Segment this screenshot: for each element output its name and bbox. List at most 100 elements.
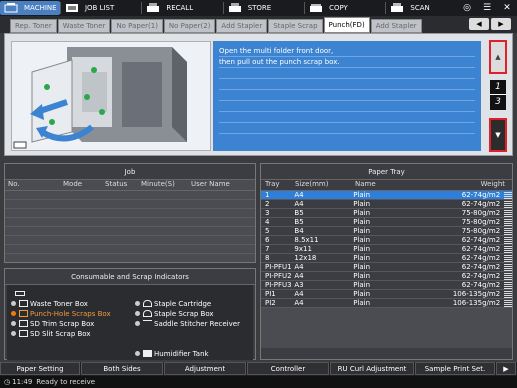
guidance-line-2: then pull out the punch scrap box. — [219, 57, 475, 68]
paper-level-icon — [504, 200, 513, 208]
indicator-punch-hole-scraps: Punch-Hole Scraps Box — [11, 309, 111, 318]
tab-scan[interactable]: SCAN — [386, 1, 457, 15]
job-list-icon — [65, 3, 79, 13]
top-mode-bar: MACHINE JOB LIST RECALL STORE COPY SCAN — [0, 0, 517, 16]
tray-row[interactable]: PI-PFU3 A3 Plain 62-74g/m2 — [261, 281, 513, 290]
close-icon[interactable]: ✕ — [497, 3, 517, 13]
tray-row[interactable]: PI-PFU2 A4 Plain 62-74g/m2 — [261, 272, 513, 281]
both-sides-button[interactable]: Both Sides — [81, 362, 163, 375]
adjustment-button[interactable]: Adjustment — [164, 362, 246, 375]
indicator-sd-trim-scrap: SD Trim Scrap Box — [11, 319, 94, 328]
tab-waste-toner[interactable]: Waste Toner — [57, 19, 111, 33]
indicator-waste-toner: Waste Toner Box — [11, 299, 88, 308]
machine-icon — [4, 3, 18, 13]
bottom-menu-bar: Paper Setting Both Sides Adjustment Cont… — [0, 362, 517, 376]
page-down-button[interactable]: ▼ — [489, 118, 507, 152]
indicator-staple-cartridge: Staple Cartridge — [135, 299, 211, 308]
indicator-sd-slit-scrap: SD Slit Scrap Box — [11, 329, 91, 338]
saddle-icon — [143, 320, 152, 327]
paper-level-icon — [504, 290, 513, 298]
tray-row[interactable]: 8 12x18 Plain 62-74g/m2 — [261, 254, 513, 263]
status-bar: ◷ 11:49 Ready to receive — [0, 376, 517, 388]
paper-setting-button[interactable]: Paper Setting — [0, 362, 80, 375]
paper-level-icon — [504, 209, 513, 217]
guidance-line-1: Open the multi folder front door, — [219, 46, 475, 57]
status-text: Ready to receive — [36, 378, 96, 386]
tab-add-stapler[interactable]: Add Stapler — [216, 19, 268, 33]
guidance-pager: ▲ 1 3 ▼ — [489, 38, 509, 156]
paper-tray-panel: Paper Tray Tray Size(mm) Name Weight 1 A4… — [260, 163, 513, 360]
controller-button[interactable]: Controller — [247, 362, 329, 375]
tab-no-paper-1[interactable]: No Paper(1) — [111, 19, 163, 33]
sample-print-set-button[interactable]: Sample Print Set. — [415, 362, 495, 375]
page-indicator: 1 3 — [490, 80, 506, 110]
indicator-saddle-stitcher: Saddle Stitcher Receiver — [135, 319, 240, 328]
job-columns: No. Mode Status Minute(S) User Name — [5, 180, 255, 191]
status-time: 11:49 — [12, 378, 33, 386]
tray-row[interactable]: PI2 A4 Plain 106-135g/m2 — [261, 299, 513, 308]
guidance-panel: Open the multi folder front door, then p… — [4, 33, 513, 156]
paper-level-icon — [504, 254, 513, 262]
tab-job-list[interactable]: JOB LIST — [61, 1, 141, 15]
tray-row[interactable]: PI-PFU1 A4 Plain 62-74g/m2 — [261, 263, 513, 272]
paper-tray-title: Paper Tray — [261, 164, 512, 180]
tab-prev-icon[interactable]: ◀ — [469, 18, 489, 30]
tab-recall[interactable]: RECALL — [142, 1, 222, 15]
trim-scrap-icon — [19, 320, 28, 327]
tab-punch-fd[interactable]: Punch(FD) — [323, 17, 370, 33]
job-panel: Job No. Mode Status Minute(S) User Name — [4, 163, 256, 263]
guidance-message: Open the multi folder front door, then p… — [213, 41, 481, 151]
waste-toner-icon — [19, 300, 28, 307]
warning-tab-row: Rep. Toner Waste Toner No Paper(1) No Pa… — [0, 16, 517, 33]
tab-machine[interactable]: MACHINE — [0, 1, 60, 15]
paper-level-icon — [504, 191, 513, 199]
consumables-title: Consumable and Scrap Indicators — [5, 269, 255, 285]
ru-curl-adjustment-button[interactable]: RU Curl Adjustment — [330, 362, 414, 375]
menu-icon[interactable]: ☰ — [477, 3, 497, 13]
paper-level-icon — [504, 263, 513, 271]
store-icon — [228, 3, 242, 13]
tray-row[interactable]: 2 A4 Plain 62-74g/m2 — [261, 200, 513, 209]
humidifier-icon — [143, 350, 152, 357]
punch-icon — [19, 310, 28, 317]
tab-scroll-controls: ◀ ▶ — [467, 18, 511, 30]
tab-rep-toner[interactable]: Rep. Toner — [10, 19, 57, 33]
tray-row[interactable]: PI1 A4 Plain 106-135g/m2 — [261, 290, 513, 299]
paper-level-icon — [504, 227, 513, 235]
job-title: Job — [5, 164, 255, 180]
tray-row[interactable]: 1 A4 Plain 62-74g/m2 — [261, 191, 513, 200]
consumables-panel: Consumable and Scrap Indicators Waste To… — [4, 268, 256, 360]
tray-row[interactable]: 7 9x11 Plain 62-74g/m2 — [261, 245, 513, 254]
tab-staple-scrap[interactable]: Staple Scrap — [268, 19, 323, 33]
tab-next-icon[interactable]: ▶ — [491, 18, 511, 30]
copy-icon — [309, 3, 323, 13]
job-list[interactable] — [5, 191, 255, 261]
paper-level-icon — [504, 245, 513, 253]
paper-level-icon — [504, 299, 513, 307]
tab-store[interactable]: STORE — [224, 1, 304, 15]
tab-add-stapler-2[interactable]: Add Stapler — [370, 19, 422, 33]
indicator-staple-scrap: Staple Scrap Box — [135, 309, 214, 318]
paper-tray-list: 1 A4 Plain 62-74g/m2 2 A4 Plain 62-74g/m2 3 B5 Pla… — [261, 191, 513, 308]
tab-no-paper-2[interactable]: No Paper(2) — [163, 19, 216, 33]
tray-row[interactable]: 3 B5 Plain 75-80g/m2 — [261, 209, 513, 218]
staple-scrap-icon — [143, 310, 152, 317]
tray-row[interactable]: 6 8.5x11 Plain 62-74g/m2 — [261, 236, 513, 245]
tray-row[interactable]: 5 B4 Plain 75-80g/m2 — [261, 227, 513, 236]
globe-icon[interactable]: ◎ — [457, 3, 477, 13]
scan-icon — [390, 3, 404, 13]
recall-icon — [146, 3, 160, 13]
indicator-humidifier-tank: Humidifier Tank — [135, 349, 209, 358]
paper-level-icon — [504, 272, 513, 280]
page-up-button[interactable]: ▲ — [489, 40, 507, 74]
paper-tray-columns: Tray Size(mm) Name Weight — [261, 180, 512, 191]
down-arrow-icon: ▼ — [495, 131, 501, 139]
toner-bottle-icon — [15, 289, 27, 298]
machine-illustration — [11, 41, 211, 151]
bottom-next-icon[interactable]: ▶ — [496, 362, 516, 375]
paper-level-icon — [504, 218, 513, 226]
tray-row[interactable]: 4 B5 Plain 75-80g/m2 — [261, 218, 513, 227]
paper-level-icon — [504, 281, 513, 289]
tab-copy[interactable]: COPY — [305, 1, 385, 15]
paper-level-icon — [504, 236, 513, 244]
